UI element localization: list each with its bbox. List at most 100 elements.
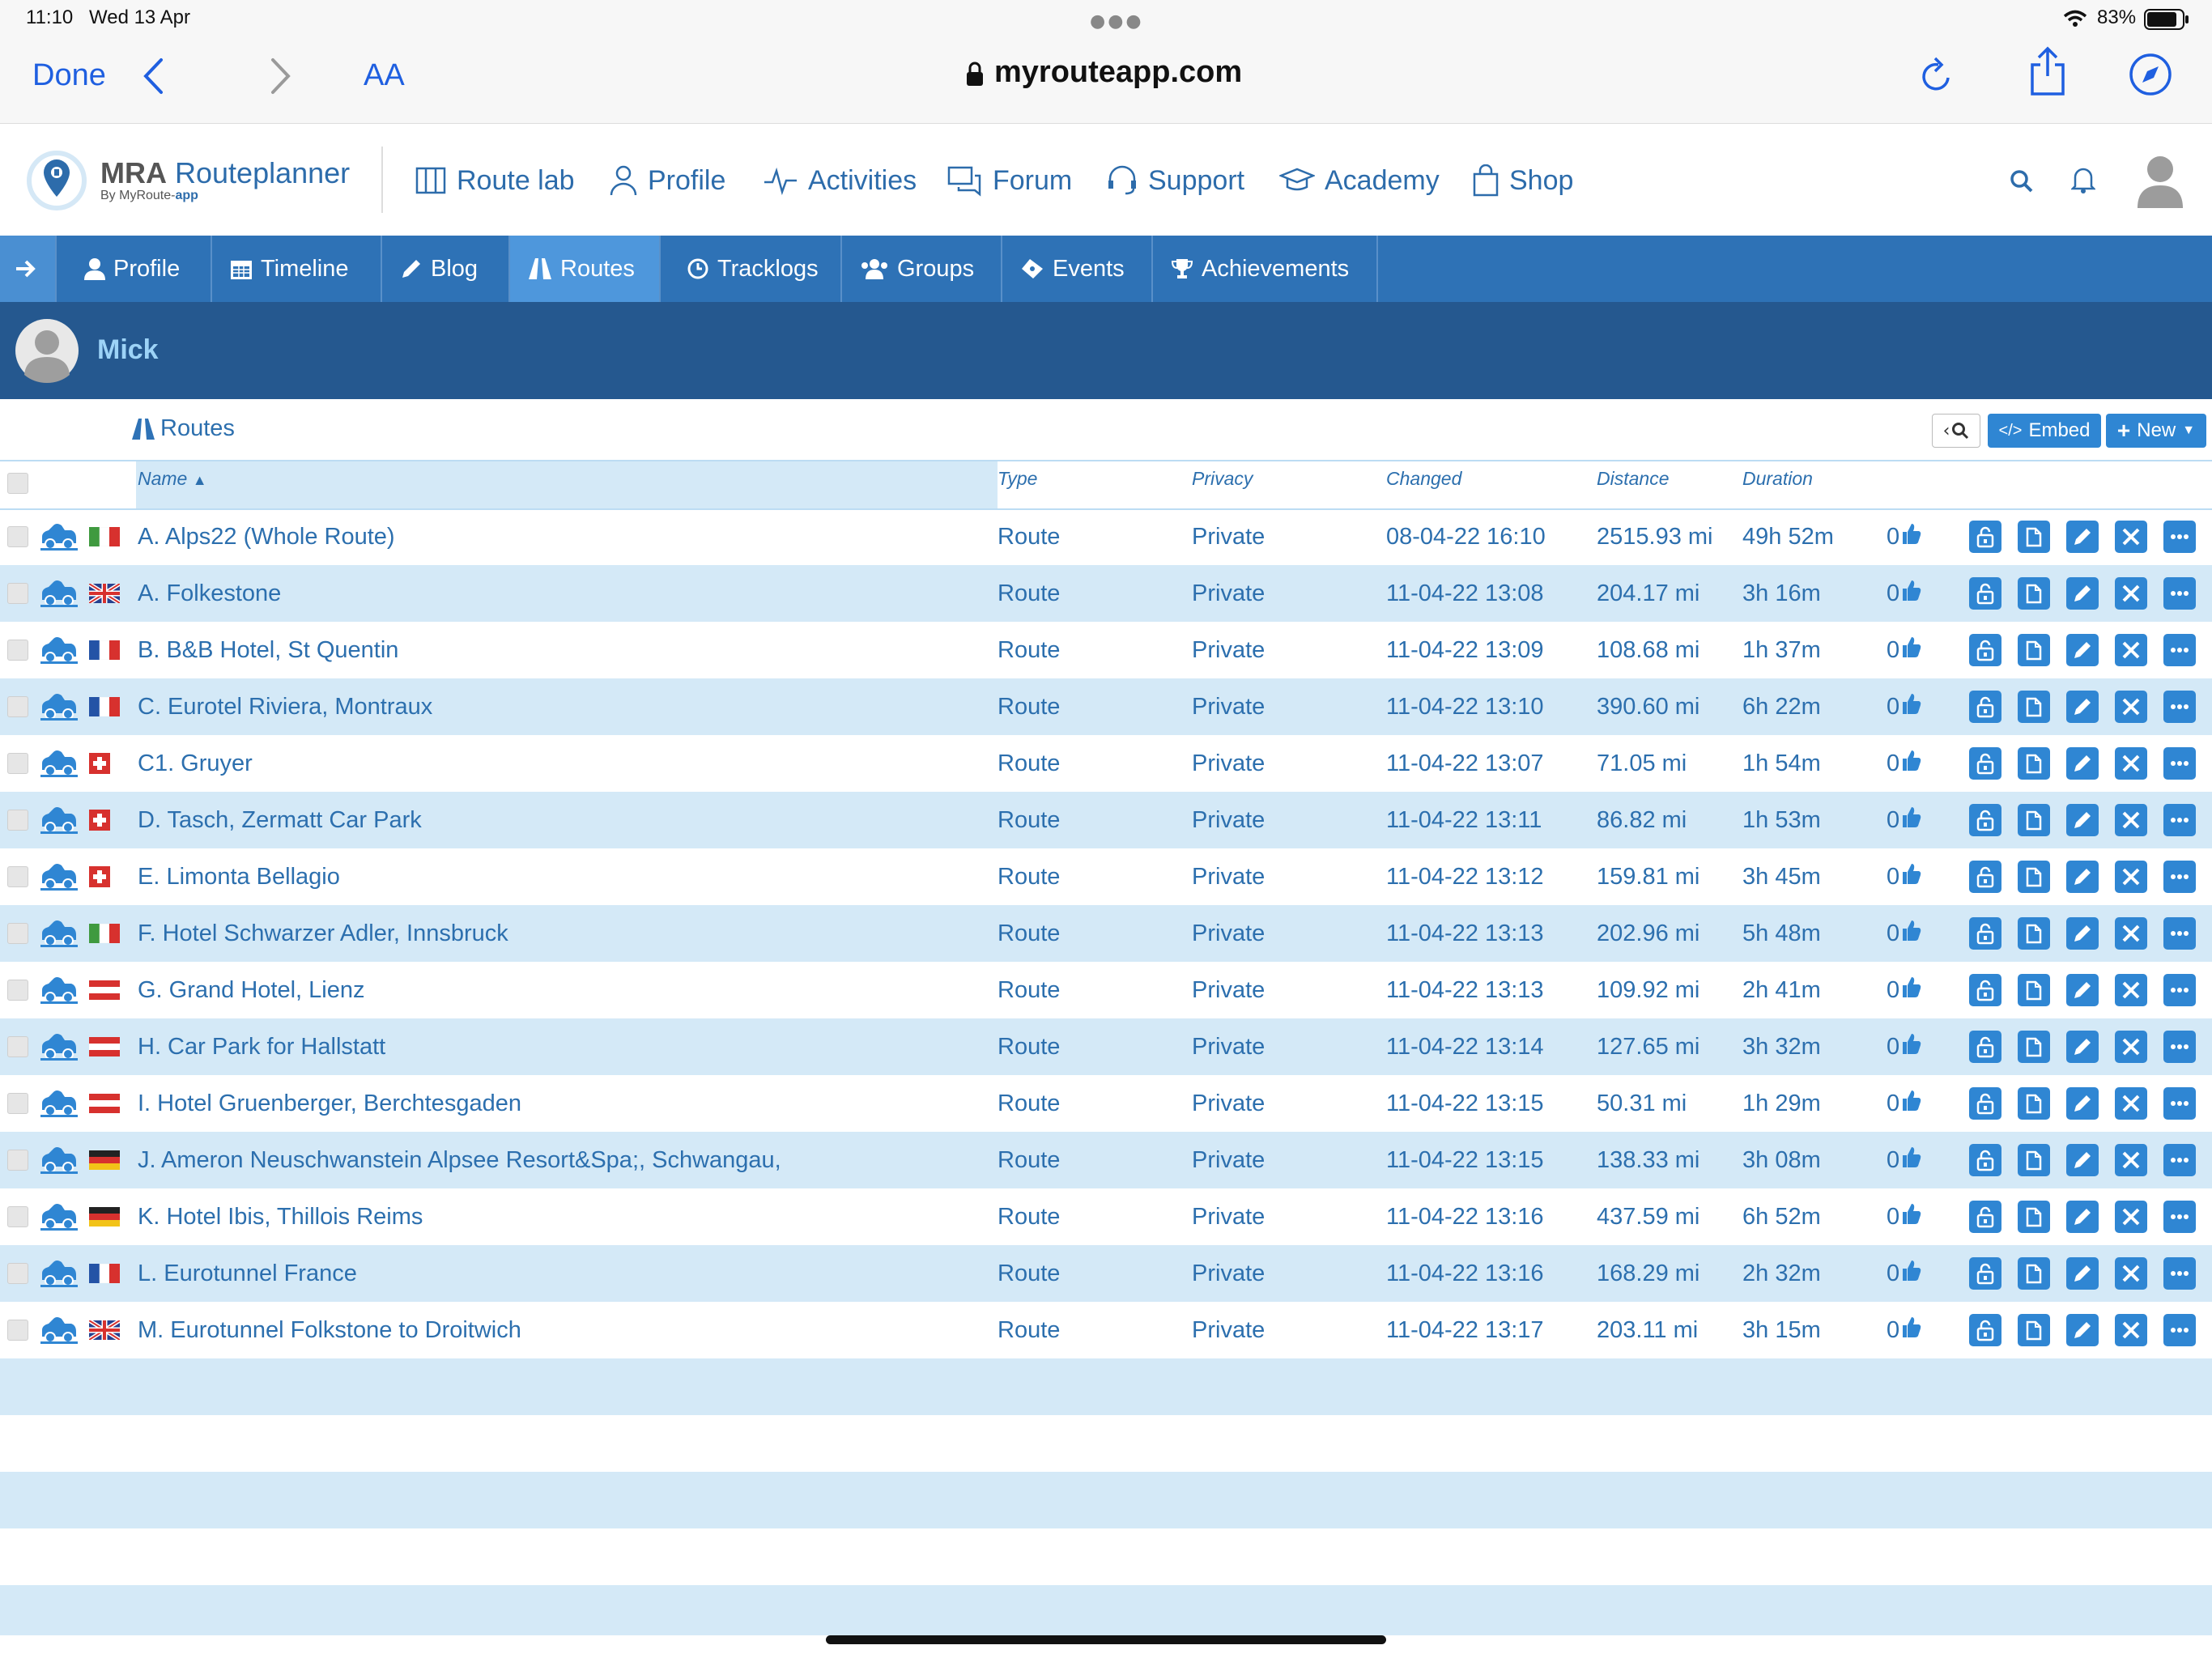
more-button[interactable]: [2163, 747, 2196, 780]
delete-button[interactable]: [2115, 1031, 2147, 1063]
tab-timeline[interactable]: Timeline: [212, 236, 382, 302]
url-field[interactable]: myrouteapp.com: [994, 55, 1242, 90]
delete-button[interactable]: [2115, 1201, 2147, 1233]
row-checkbox[interactable]: [7, 1036, 28, 1057]
search-toggle-button[interactable]: ‹: [1932, 414, 1980, 448]
copy-button[interactable]: [2018, 691, 2050, 723]
tab-groups[interactable]: Groups: [842, 236, 1002, 302]
edit-button[interactable]: [2066, 1031, 2099, 1063]
row-checkbox[interactable]: [7, 1206, 28, 1227]
tab-blog[interactable]: Blog: [382, 236, 510, 302]
nav-route-lab[interactable]: Route lab: [415, 156, 575, 205]
row-checkbox[interactable]: [7, 526, 28, 547]
nav-shop[interactable]: Shop: [1472, 156, 1573, 205]
edit-button[interactable]: [2066, 1314, 2099, 1346]
delete-button[interactable]: [2115, 1314, 2147, 1346]
route-name[interactable]: H. Car Park for Hallstatt: [138, 1018, 385, 1075]
delete-button[interactable]: [2115, 974, 2147, 1006]
table-row[interactable]: K. Hotel Ibis, Thillois Reims Route Privat…: [0, 1188, 2212, 1245]
more-button[interactable]: [2163, 1257, 2196, 1290]
edit-button[interactable]: [2066, 1144, 2099, 1176]
tab-achievements[interactable]: Achievements: [1153, 236, 1378, 302]
more-button[interactable]: [2163, 1031, 2196, 1063]
like-button[interactable]: 0: [1887, 1075, 1922, 1132]
copy-button[interactable]: [2018, 747, 2050, 780]
column-duration[interactable]: Duration: [1742, 468, 1813, 490]
like-button[interactable]: 0: [1887, 1018, 1922, 1075]
row-checkbox[interactable]: [7, 923, 28, 944]
sidebar-toggle[interactable]: [0, 236, 57, 302]
nav-forum[interactable]: Forum: [947, 156, 1072, 205]
unlock-button[interactable]: [1969, 1031, 2001, 1063]
unlock-button[interactable]: [1969, 634, 2001, 666]
row-checkbox[interactable]: [7, 753, 28, 774]
copy-button[interactable]: [2018, 1087, 2050, 1120]
like-button[interactable]: 0: [1887, 1302, 1922, 1358]
route-name[interactable]: M. Eurotunnel Folkstone to Droitwich: [138, 1302, 521, 1358]
edit-button[interactable]: [2066, 917, 2099, 950]
nav-profile[interactable]: Profile: [609, 156, 725, 205]
edit-button[interactable]: [2066, 974, 2099, 1006]
copy-button[interactable]: [2018, 1257, 2050, 1290]
like-button[interactable]: 0: [1887, 678, 1922, 735]
like-button[interactable]: 0: [1887, 792, 1922, 848]
table-row[interactable]: H. Car Park for Hallstatt Route Private 11-…: [0, 1018, 2212, 1075]
delete-button[interactable]: [2115, 577, 2147, 610]
like-button[interactable]: 0: [1887, 962, 1922, 1018]
column-distance[interactable]: Distance: [1597, 468, 1669, 490]
row-checkbox[interactable]: [7, 866, 28, 887]
copy-button[interactable]: [2018, 577, 2050, 610]
row-checkbox[interactable]: [7, 640, 28, 661]
mra-logo[interactable]: MRA Routeplanner By MyRoute-app: [24, 148, 350, 213]
column-privacy[interactable]: Privacy: [1192, 468, 1253, 490]
copy-button[interactable]: [2018, 974, 2050, 1006]
delete-button[interactable]: [2115, 747, 2147, 780]
delete-button[interactable]: [2115, 634, 2147, 666]
unlock-button[interactable]: [1969, 577, 2001, 610]
unlock-button[interactable]: [1969, 1314, 2001, 1346]
delete-button[interactable]: [2115, 1257, 2147, 1290]
unlock-button[interactable]: [1969, 861, 2001, 893]
table-row[interactable]: D. Tasch, Zermatt Car Park Route Private 11…: [0, 792, 2212, 848]
nav-activities[interactable]: Activities: [763, 156, 917, 205]
share-icon[interactable]: [2027, 45, 2068, 97]
more-button[interactable]: [2163, 1314, 2196, 1346]
copy-button[interactable]: [2018, 1201, 2050, 1233]
route-name[interactable]: G. Grand Hotel, Lienz: [138, 962, 364, 1018]
column-type[interactable]: Type: [998, 468, 1037, 490]
table-row[interactable]: G. Grand Hotel, Lienz Route Private 11-04-2…: [0, 962, 2212, 1018]
more-button[interactable]: [2163, 521, 2196, 553]
table-row[interactable]: J. Ameron Neuschwanstein Alpsee Resort&S…: [0, 1132, 2212, 1188]
more-button[interactable]: [2163, 1201, 2196, 1233]
edit-button[interactable]: [2066, 521, 2099, 553]
row-checkbox[interactable]: [7, 1093, 28, 1114]
like-button[interactable]: 0: [1887, 622, 1922, 678]
like-button[interactable]: 0: [1887, 1245, 1922, 1302]
table-row[interactable]: F. Hotel Schwarzer Adler, Innsbruck Route…: [0, 905, 2212, 962]
row-checkbox[interactable]: [7, 810, 28, 831]
search-icon[interactable]: [2010, 169, 2034, 193]
route-name[interactable]: J. Ameron Neuschwanstein Alpsee Resort&S…: [138, 1132, 781, 1188]
delete-button[interactable]: [2115, 1144, 2147, 1176]
more-button[interactable]: [2163, 974, 2196, 1006]
like-button[interactable]: 0: [1887, 565, 1922, 622]
done-button[interactable]: Done: [32, 58, 106, 93]
route-name[interactable]: A. Alps22 (Whole Route): [138, 508, 395, 565]
more-button[interactable]: [2163, 634, 2196, 666]
edit-button[interactable]: [2066, 1087, 2099, 1120]
table-row[interactable]: M. Eurotunnel Folkstone to Droitwich Rout…: [0, 1302, 2212, 1358]
like-button[interactable]: 0: [1887, 848, 1922, 905]
table-row[interactable]: B. B&B Hotel, St Quentin Route Private 11-0…: [0, 622, 2212, 678]
avatar[interactable]: [2134, 150, 2186, 208]
more-button[interactable]: [2163, 691, 2196, 723]
edit-button[interactable]: [2066, 691, 2099, 723]
route-name[interactable]: D. Tasch, Zermatt Car Park: [138, 792, 422, 848]
embed-button[interactable]: </> Embed: [1988, 414, 2101, 448]
delete-button[interactable]: [2115, 861, 2147, 893]
route-name[interactable]: E. Limonta Bellagio: [138, 848, 340, 905]
reload-icon[interactable]: [1919, 55, 1955, 96]
row-checkbox[interactable]: [7, 583, 28, 604]
back-icon[interactable]: [141, 57, 165, 96]
copy-button[interactable]: [2018, 917, 2050, 950]
unlock-button[interactable]: [1969, 1144, 2001, 1176]
